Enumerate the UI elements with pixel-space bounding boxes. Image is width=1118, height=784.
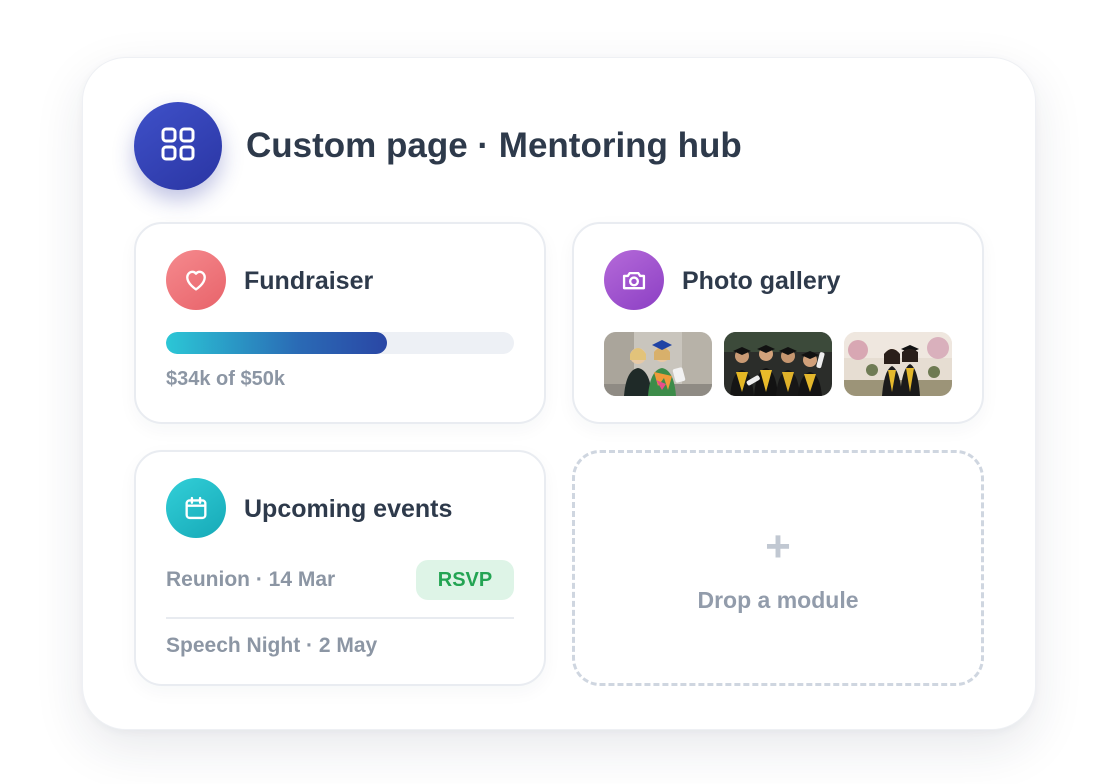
grid-icon xyxy=(160,126,196,167)
fundraiser-progress-label: $34k of $50k xyxy=(166,368,285,390)
event-label: Reunion · 14 Mar xyxy=(166,568,336,591)
fundraiser-module[interactable]: Fundraiser $34k of $50k xyxy=(134,222,546,424)
photo-thumbnail-1[interactable] xyxy=(604,332,712,396)
fundraiser-progress-bar xyxy=(166,332,514,354)
event-row-reunion: Reunion · 14 Mar RSVP xyxy=(166,560,514,600)
upcoming-events-title: Upcoming events xyxy=(244,495,453,523)
photo-gallery-title: Photo gallery xyxy=(682,267,841,295)
photo-thumbnail-3[interactable] xyxy=(844,332,952,396)
camera-icon xyxy=(622,271,646,290)
fundraiser-title: Fundraiser xyxy=(244,267,374,295)
calendar-icon xyxy=(185,496,207,520)
drop-module-label: Drop a module xyxy=(697,587,859,613)
camera-icon-badge xyxy=(604,250,664,310)
plus-icon: + xyxy=(765,522,791,571)
photo-thumbnails xyxy=(604,332,952,396)
page-badge xyxy=(134,102,222,190)
heart-icon xyxy=(186,270,206,291)
photo-gallery-module[interactable]: Photo gallery xyxy=(572,222,984,424)
event-label: Speech Night · 2 May xyxy=(166,634,378,657)
event-row-speech-night: Speech Night · 2 May xyxy=(166,626,514,666)
calendar-icon-badge xyxy=(166,478,226,538)
event-divider xyxy=(166,617,514,619)
photo-thumbnail-2[interactable] xyxy=(724,332,832,396)
upcoming-events-module[interactable]: Upcoming events Reunion · 14 Mar RSVP Sp… xyxy=(134,450,546,686)
fundraiser-progress-fill xyxy=(166,332,387,354)
drop-module-zone[interactable]: + Drop a module xyxy=(572,450,984,686)
page-title: Custom page · Mentoring hub xyxy=(246,126,742,165)
heart-icon-badge xyxy=(166,250,226,310)
rsvp-button[interactable]: RSVP xyxy=(416,560,514,600)
